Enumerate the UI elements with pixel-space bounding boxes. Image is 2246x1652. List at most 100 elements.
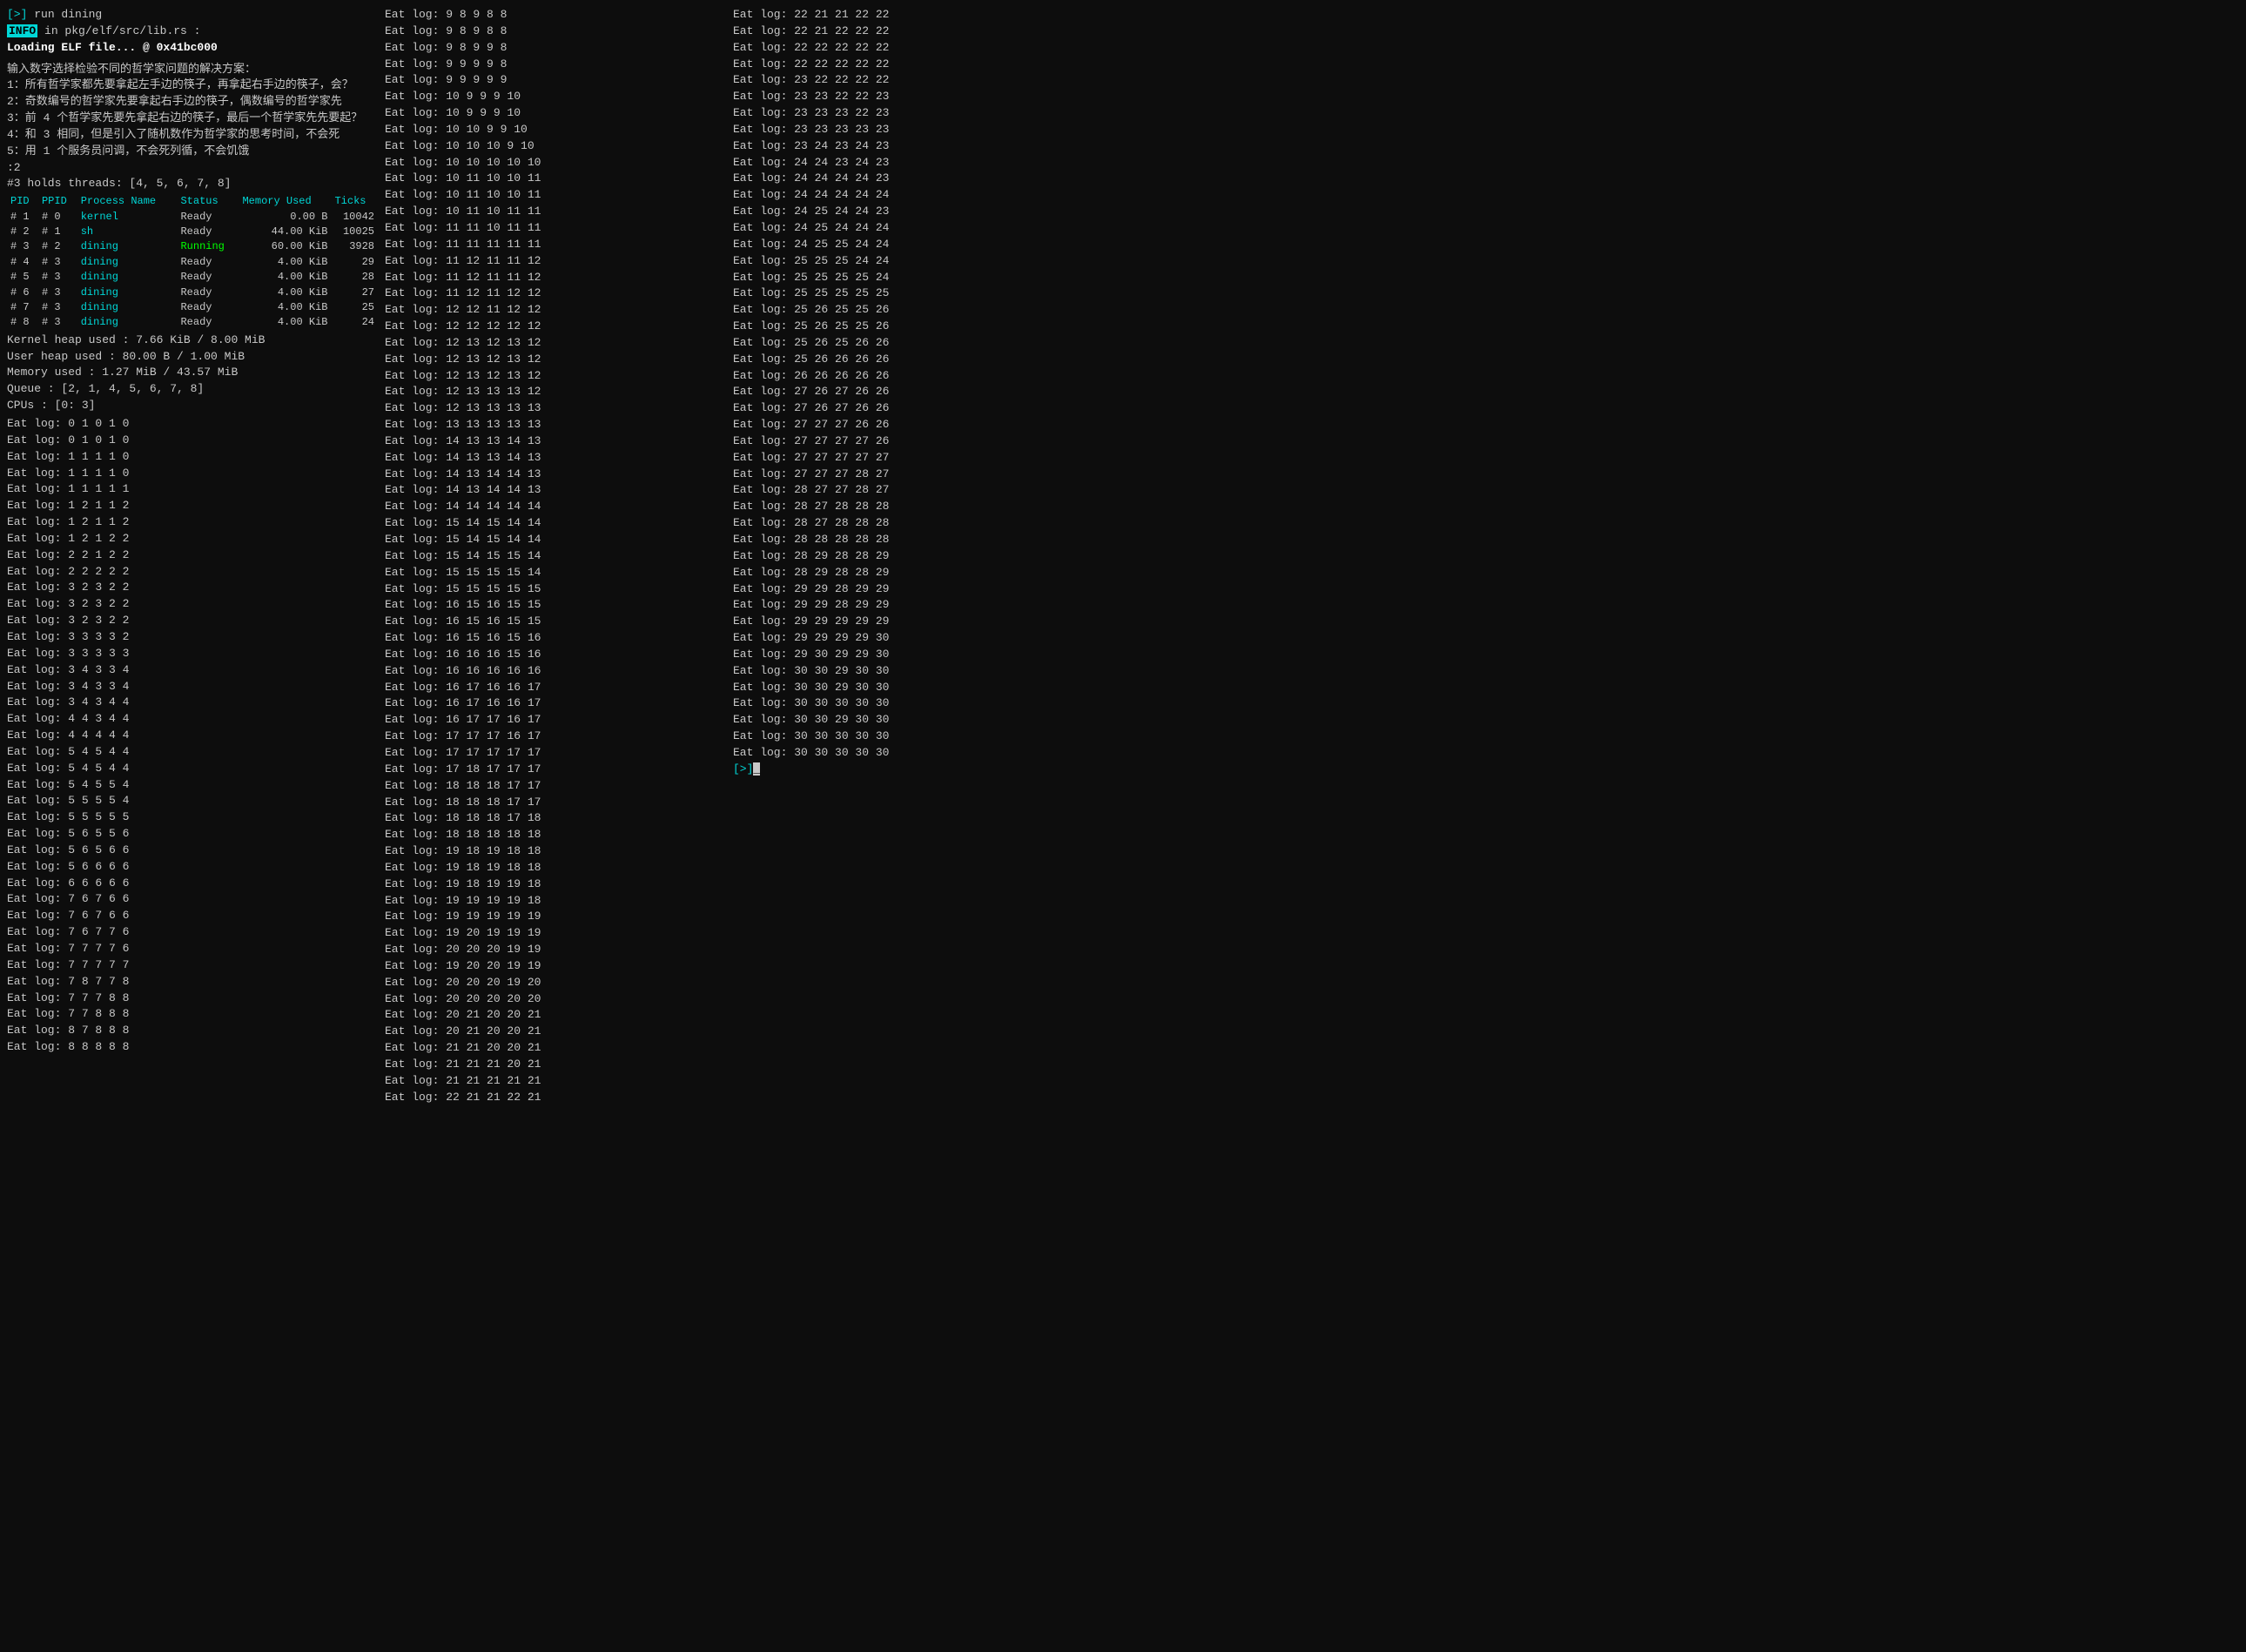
eat-log-line: Eat log: 11 11 11 11 11: [385, 237, 726, 253]
col-ticks: Ticks: [331, 194, 378, 209]
eat-log-line: Eat log: 10 10 10 9 10: [385, 138, 726, 155]
eat-log-line: Eat log: 7 7 7 8 8: [7, 991, 378, 1007]
eat-log-line: Eat log: 12 13 12 13 12: [385, 352, 726, 368]
eat-log-line: Eat log: 19 19 19 19 19: [385, 909, 726, 925]
eat-log-line: Eat log: 28 27 27 28 27: [733, 482, 2239, 499]
eat-log-line: Eat log: 5 6 6 6 6: [7, 859, 378, 876]
eat-log-line: Eat log: 22 22 22 22 22: [733, 40, 2239, 57]
cell-memory: 4.00 KiB: [239, 300, 331, 315]
eat-log-line: Eat log: 14 13 14 14 13: [385, 482, 726, 499]
eat-log-line: Eat log: 29 29 29 29 30: [733, 630, 2239, 647]
table-row: # 2 # 1 sh Ready 44.00 KiB 10025: [7, 225, 378, 239]
holds-threads: #3 holds threads: [4, 5, 6, 7, 8]: [7, 176, 378, 192]
eat-log-line: Eat log: 16 17 16 16 17: [385, 680, 726, 696]
eat-log-line: Eat log: 28 29 28 28 29: [733, 548, 2239, 565]
cell-pid: # 1: [7, 210, 38, 225]
eat-log-line: Eat log: 17 17 17 16 17: [385, 729, 726, 745]
col-ppid: PPID: [38, 194, 77, 209]
eat-log-line: Eat log: 16 16 16 16 16: [385, 663, 726, 680]
cell-pid: # 5: [7, 270, 38, 285]
eat-log-line: Eat log: 28 29 28 28 29: [733, 565, 2239, 581]
cell-status: Ready: [177, 255, 239, 270]
eat-log-line: Eat log: 1 2 1 2 2: [7, 531, 378, 547]
right-panel: Eat log: 22 21 21 22 22Eat log: 22 21 22…: [730, 7, 2239, 1645]
cell-pid: # 2: [7, 225, 38, 239]
col-status: Status: [177, 194, 239, 209]
eat-log-line: Eat log: 26 26 26 26 26: [733, 368, 2239, 385]
eat-log-line: Eat log: 7 7 7 7 6: [7, 941, 378, 957]
final-prompt[interactable]: [>]_: [733, 762, 2239, 778]
eat-log-line: Eat log: 25 25 25 24 24: [733, 253, 2239, 270]
eat-log-line: Eat log: 27 27 27 28 27: [733, 467, 2239, 483]
eat-log-line: Eat log: 3 4 3 3 4: [7, 679, 378, 695]
option4: 4：和 3 相同，但是引入了随机数作为哲学家的思考时间，不会死: [7, 127, 373, 144]
eat-log-line: Eat log: 16 17 17 16 17: [385, 712, 726, 729]
cell-ppid: # 2: [38, 239, 77, 254]
cell-ticks: 28: [331, 270, 378, 285]
eat-log-line: Eat log: 9 8 9 8 8: [385, 24, 726, 40]
eat-log-line: Eat log: 22 22 22 22 22: [733, 57, 2239, 73]
cell-status: Ready: [177, 315, 239, 330]
eat-log-line: Eat log: 16 15 16 15 15: [385, 614, 726, 630]
eat-log-line: Eat log: 12 13 13 13 13: [385, 400, 726, 417]
eat-log-line: Eat log: 1 1 1 1 1: [7, 481, 378, 498]
table-row: # 7 # 3 dining Ready 4.00 KiB 25: [7, 300, 378, 315]
eat-log-line: Eat log: 4 4 3 4 4: [7, 711, 378, 728]
eat-log-line: Eat log: 23 23 23 22 23: [733, 105, 2239, 122]
process-table-container: PID PPID Process Name Status Memory Used…: [7, 194, 378, 331]
eat-log-line: Eat log: 7 7 8 8 8: [7, 1006, 378, 1023]
eat-log-line: Eat log: 5 6 5 6 6: [7, 843, 378, 859]
eat-log-line: Eat log: 18 18 18 17 17: [385, 795, 726, 811]
eat-log-line: Eat log: 12 12 11 12 12: [385, 302, 726, 319]
eat-log-line: Eat log: 30 30 30 30 30: [733, 745, 2239, 762]
cell-status: Ready: [177, 210, 239, 225]
eat-logs-right: Eat log: 22 21 21 22 22Eat log: 22 21 22…: [733, 7, 2239, 762]
cell-ppid: # 3: [38, 315, 77, 330]
eat-log-line: Eat log: 20 21 20 20 21: [385, 1024, 726, 1040]
info-line: INFO in pkg/elf/src/lib.rs :: [7, 24, 378, 40]
eat-log-line: Eat log: 24 25 25 24 24: [733, 237, 2239, 253]
eat-log-line: Eat log: 27 27 27 27 26: [733, 433, 2239, 450]
eat-log-line: Eat log: 18 18 18 18 18: [385, 827, 726, 843]
eat-log-line: Eat log: 3 3 3 3 3: [7, 646, 378, 662]
input-value[interactable]: :2: [7, 160, 378, 177]
eat-log-line: Eat log: 30 30 30 30 30: [733, 729, 2239, 745]
eat-log-line: Eat log: 9 9 9 9 9: [385, 72, 726, 89]
cell-name: dining: [77, 315, 178, 330]
option5: 5：用 1 个服务员问调，不会死列循，不会饥饿: [7, 144, 373, 160]
eat-log-line: Eat log: 11 12 11 11 12: [385, 270, 726, 286]
run-command: run dining: [34, 8, 102, 21]
eat-log-line: Eat log: 10 10 9 9 10: [385, 122, 726, 138]
eat-log-line: Eat log: 27 26 27 26 26: [733, 400, 2239, 417]
eat-log-line: Eat log: 14 14 14 14 14: [385, 499, 726, 515]
eat-log-line: Eat log: 14 13 13 14 13: [385, 450, 726, 467]
eat-log-line: Eat log: 7 7 7 7 7: [7, 957, 378, 974]
col-memory: Memory Used: [239, 194, 331, 209]
cell-ticks: 25: [331, 300, 378, 315]
kernel-heap: Kernel heap used : 7.66 KiB / 8.00 MiB: [7, 332, 378, 349]
cell-ticks: 29: [331, 255, 378, 270]
cpus: CPUs : [0: 3]: [7, 398, 378, 414]
cell-name: kernel: [77, 210, 178, 225]
queue: Queue : [2, 1, 4, 5, 6, 7, 8]: [7, 381, 378, 398]
eat-log-line: Eat log: 7 6 7 7 6: [7, 924, 378, 941]
eat-log-line: Eat log: 17 18 17 17 17: [385, 762, 726, 778]
eat-log-line: Eat log: 27 26 27 26 26: [733, 384, 2239, 400]
eat-log-line: Eat log: 25 26 25 25 26: [733, 319, 2239, 335]
eat-log-line: Eat log: 5 6 5 5 6: [7, 826, 378, 843]
eat-log-line: Eat log: 30 30 29 30 30: [733, 663, 2239, 680]
cell-ticks: 24: [331, 315, 378, 330]
cell-ticks: 10042: [331, 210, 378, 225]
eat-logs-middle: Eat log: 9 8 9 8 8Eat log: 9 8 9 8 8Eat …: [385, 7, 726, 1106]
eat-log-line: Eat log: 3 4 3 4 4: [7, 695, 378, 711]
eat-log-line: Eat log: 10 10 10 10 10: [385, 155, 726, 171]
eat-log-line: Eat log: 6 6 6 6 6: [7, 876, 378, 892]
eat-log-line: Eat log: 10 11 10 10 11: [385, 187, 726, 204]
cell-ticks: 10025: [331, 225, 378, 239]
col-pid: PID: [7, 194, 38, 209]
cell-ppid: # 0: [38, 210, 77, 225]
eat-log-line: Eat log: 3 2 3 2 2: [7, 596, 378, 613]
cell-ppid: # 3: [38, 255, 77, 270]
command-line: [>] run dining: [7, 7, 378, 24]
cell-status: Ready: [177, 300, 239, 315]
